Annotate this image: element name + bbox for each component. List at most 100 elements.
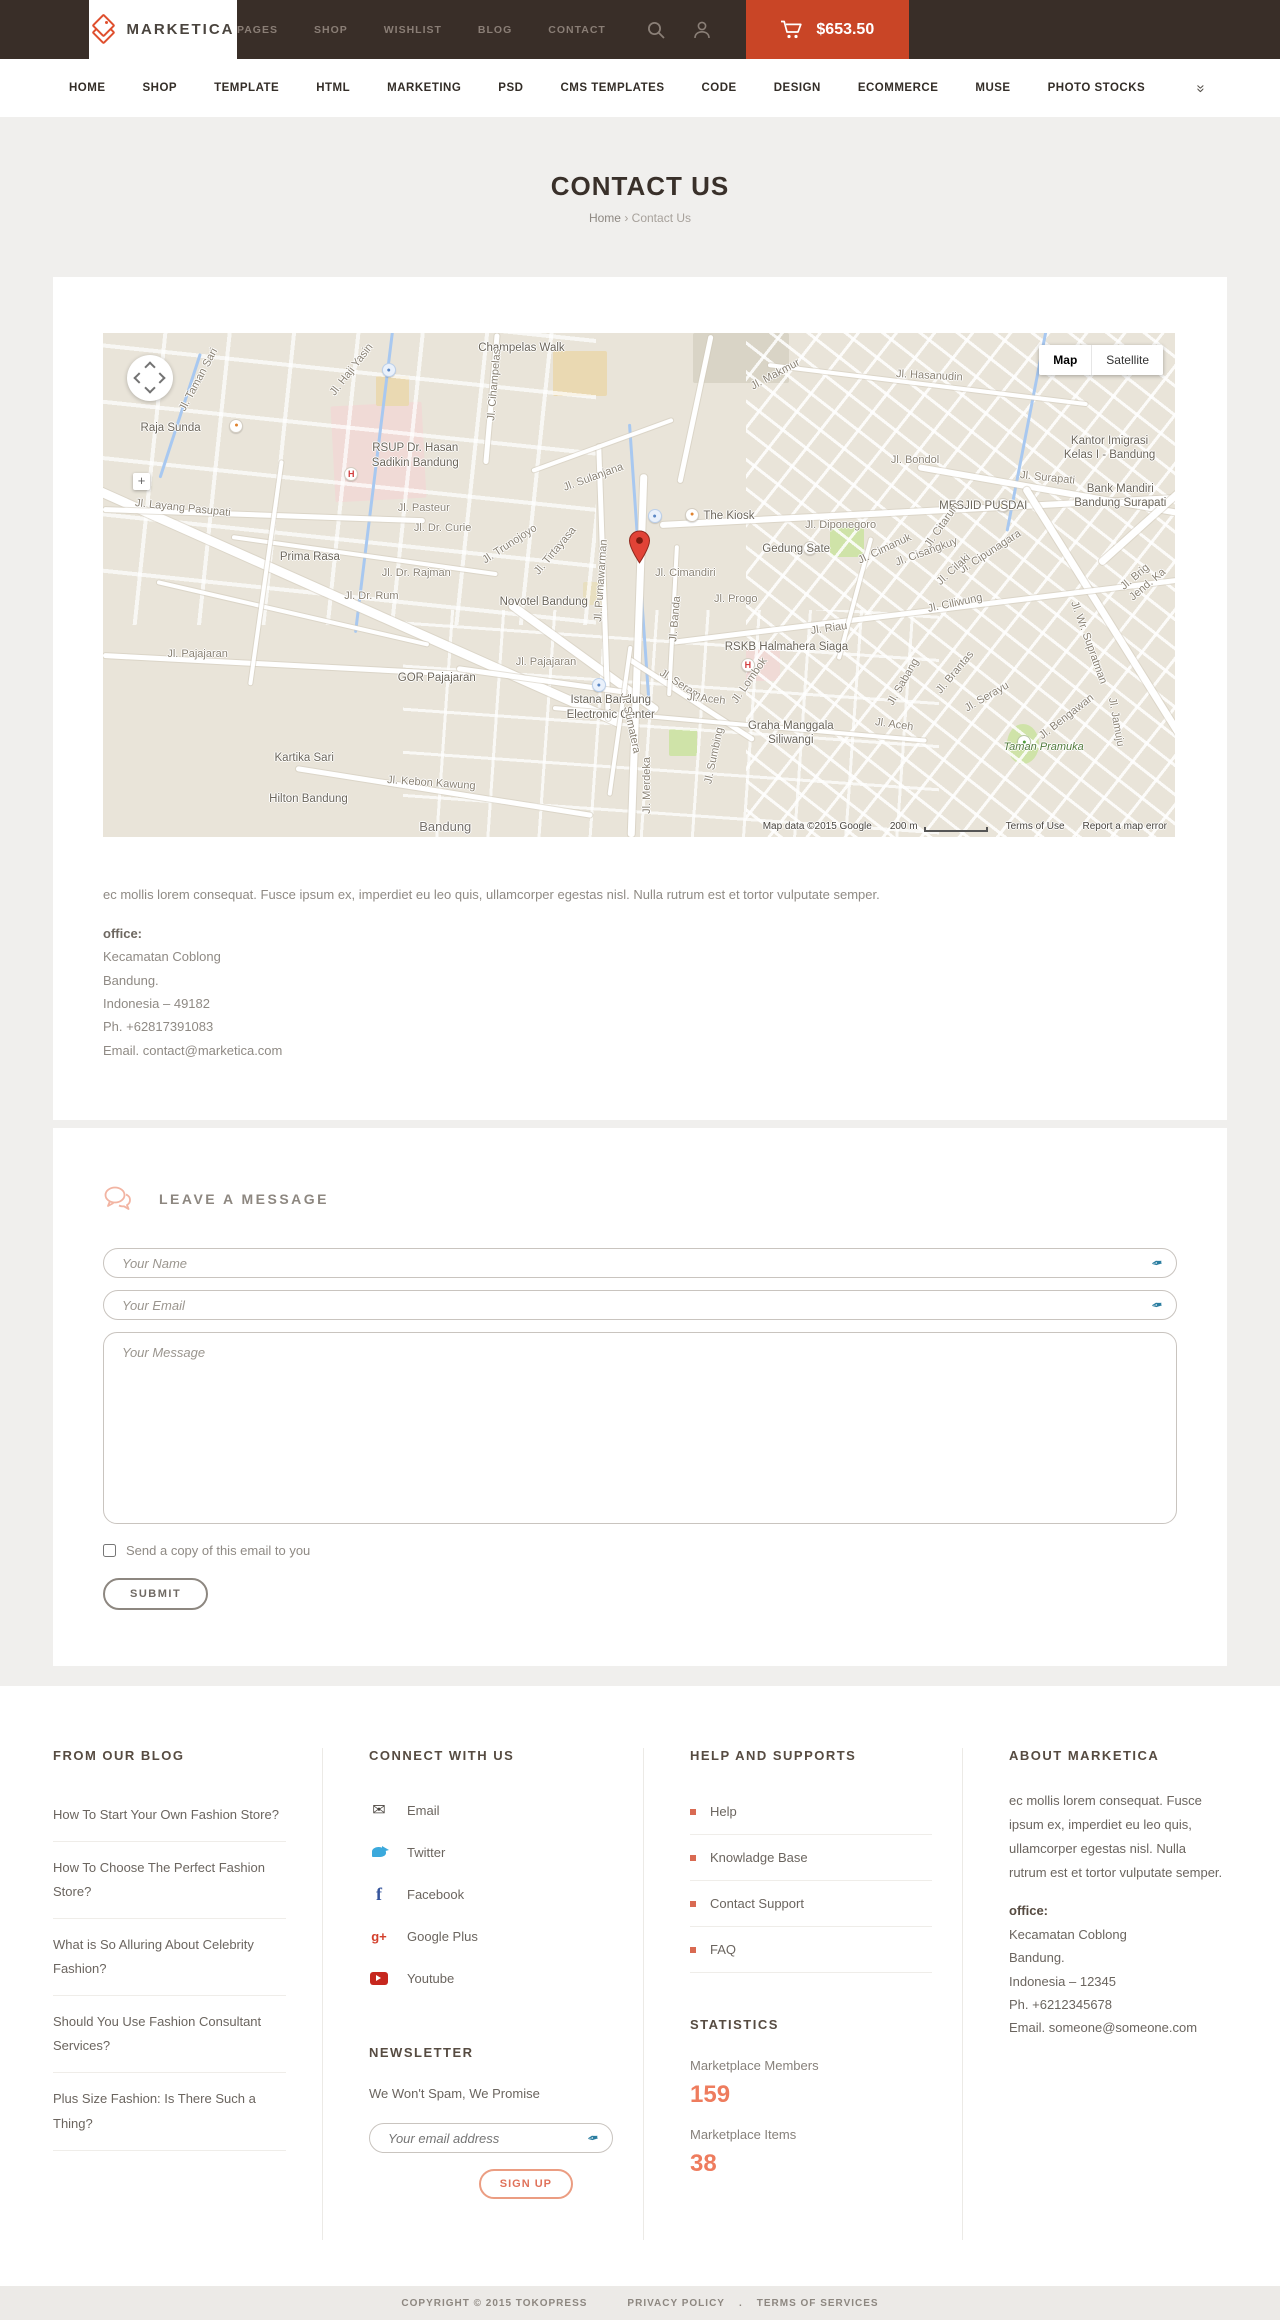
contact-intro-text: ec mollis lorem consequat. Fusce ipsum e…	[103, 887, 880, 902]
social-link[interactable]: Email	[369, 1789, 613, 1831]
top-nav-link[interactable]: WISHLIST	[384, 24, 442, 36]
menu-item[interactable]: SHOP	[143, 82, 178, 94]
stat-value: 38	[690, 2150, 717, 2178]
message-textarea[interactable]	[103, 1332, 1177, 1525]
map-marker-pin[interactable]	[628, 530, 651, 569]
menu-item[interactable]: MUSE	[975, 82, 1010, 94]
menu-item[interactable]: HTML	[316, 82, 350, 94]
address-line: Indonesia – 12345	[1009, 1973, 1116, 1989]
footer-connect-column: CONNECT WITH US Email Twitter Facebo	[323, 1748, 644, 2241]
terms-link[interactable]: TERMS OF SERVICES	[757, 2298, 879, 2309]
footer-help-column: HELP AND SUPPORTS Help Knowladge Base Co…	[644, 1748, 963, 2241]
send-copy-checkbox[interactable]	[103, 1544, 116, 1558]
newsletter-email-input[interactable]	[369, 2123, 613, 2154]
menu-item[interactable]: DESIGN	[774, 82, 821, 94]
submit-button[interactable]: SUBMIT	[103, 1578, 209, 1611]
social-link[interactable]: Facebook	[369, 1873, 613, 1915]
signup-button[interactable]: SIGN UP	[478, 2169, 573, 2200]
stat-value: 159	[690, 2081, 731, 2109]
map-terms-link[interactable]: Terms of Use	[1006, 821, 1065, 832]
name-input[interactable]	[103, 1248, 1177, 1279]
help-link[interactable]: Help	[690, 1789, 932, 1836]
map-label: Jl. Bondol	[890, 453, 940, 466]
help-heading: HELP AND SUPPORTS	[690, 1748, 857, 1764]
map-label: GOR Pajajaran	[397, 671, 476, 684]
social-link[interactable]: Twitter	[369, 1831, 613, 1873]
map-report-link[interactable]: Report a map error	[1083, 821, 1167, 832]
map-zoom-in-button[interactable]: +	[133, 473, 150, 490]
chat-bubbles-icon	[104, 1186, 131, 1211]
office-label: office:	[1009, 1903, 1048, 1919]
menu-item[interactable]: MARKETING	[387, 82, 461, 94]
map-label: RSKB Halmahera Siaga	[724, 641, 849, 654]
top-nav-link[interactable]: PAGES	[237, 24, 278, 36]
top-nav-link[interactable]: BLOG	[478, 24, 512, 36]
address-line: Email. contact@marketica.com	[103, 1042, 283, 1058]
stat-label: Marketplace Members	[690, 2058, 819, 2074]
newsletter-block: NEWSLETTER We Won't Spam, We Promise ✒ S…	[369, 2045, 613, 2200]
social-icon	[369, 1928, 389, 1944]
address-line: Bandung.	[103, 972, 159, 988]
office-address-block: office: Kecamatan Coblong Bandung. Indones…	[103, 922, 1177, 1062]
top-nav-link[interactable]: SHOP	[314, 24, 348, 36]
blog-post-link[interactable]: Plus Size Fashion: Is There Such a Thing…	[53, 2073, 286, 2151]
help-link[interactable]: FAQ	[690, 1927, 932, 1974]
social-link[interactable]: Youtube	[369, 1957, 613, 1999]
breadcrumb-separator: ›	[624, 211, 629, 225]
address-line: Ph. +6212345678	[1009, 1996, 1113, 2012]
menu-item[interactable]: ECOMMERCE	[858, 82, 939, 94]
menu-item[interactable]: HOME	[69, 82, 106, 94]
connect-heading: CONNECT WITH US	[369, 1748, 515, 1764]
copyright-bar: COPYRIGHT © 2015 TOKOPRESS PRIVACY POLIC…	[0, 2286, 1280, 2320]
top-nav-link[interactable]: CONTACT	[548, 24, 606, 36]
menu-item[interactable]: PHOTO STOCKS	[1048, 82, 1146, 94]
map-pan-control[interactable]	[127, 355, 173, 401]
help-link[interactable]: Contact Support	[690, 1881, 932, 1928]
form-heading: LEAVE A MESSAGE	[159, 1191, 330, 1208]
pan-right-icon[interactable]	[154, 372, 166, 384]
breadcrumb-home[interactable]: Home	[589, 211, 621, 225]
menu-item[interactable]: PSD	[498, 82, 523, 94]
square-bullet-icon	[690, 1900, 696, 1907]
social-link[interactable]: Google Plus	[369, 1915, 613, 1957]
address-line: Ph. +62817391083	[103, 1019, 214, 1035]
square-bullet-icon	[690, 1854, 696, 1861]
pan-up-icon[interactable]	[144, 361, 156, 373]
map-poi-icon: ●	[647, 509, 662, 524]
map-label: Jl. Progo	[714, 592, 758, 605]
map-type-map-button[interactable]: Map	[1039, 345, 1093, 375]
map-label: Gedung Sate	[762, 543, 831, 556]
email-input[interactable]	[103, 1290, 1177, 1321]
privacy-policy-link[interactable]: PRIVACY POLICY	[627, 2298, 725, 2309]
search-icon[interactable]	[646, 20, 666, 40]
map-type-control: Map Satellite	[1039, 345, 1163, 375]
address-line: Email. someone@someone.com	[1009, 2020, 1198, 2036]
google-map[interactable]: Champelas Walk Jl. Hasanudin Raja Sunda RSU…	[103, 333, 1175, 837]
blog-post-link[interactable]: How To Start Your Own Fashion Store?	[53, 1789, 286, 1843]
blog-post-link[interactable]: How To Choose The Perfect Fashion Store?	[53, 1842, 286, 1920]
blog-post-link[interactable]: What is So Alluring About Celebrity Fash…	[53, 1919, 286, 1997]
map-label: Jl. Pasteur	[397, 501, 450, 514]
footer-blog-column: FROM OUR BLOG How To Start Your Own Fash…	[53, 1748, 323, 2241]
address-line: Kecamatan Coblong	[1009, 1926, 1127, 1942]
map-label: Graha Manggala Siliwangi	[747, 719, 834, 746]
logo[interactable]: MARKETICA	[89, 0, 237, 59]
menu-item[interactable]: CODE	[702, 82, 737, 94]
help-link[interactable]: Knowladge Base	[690, 1835, 932, 1882]
menu-item[interactable]: CMS TEMPLATES	[560, 82, 664, 94]
map-label: Kantor Imigrasi Kelas I - Bandung	[1063, 434, 1156, 462]
chevrons-down-icon[interactable]: »	[1192, 84, 1209, 92]
pan-down-icon[interactable]	[144, 382, 156, 394]
user-icon[interactable]	[692, 20, 712, 40]
map-label: The Kiosk	[703, 510, 755, 523]
pan-left-icon[interactable]	[133, 372, 145, 384]
statistics-block: STATISTICS Marketplace Members 159 Marke…	[690, 2017, 932, 2178]
top-header: MARKETICA PAGES SHOP WISHLIST BLOG CONTACT $…	[0, 0, 1280, 59]
cart-button[interactable]: $653.50	[745, 0, 909, 59]
map-label: Jl. Pajajaran	[167, 648, 228, 660]
menu-item[interactable]: TEMPLATE	[214, 82, 279, 94]
blog-post-link[interactable]: Should You Use Fashion Consultant Servic…	[53, 1996, 286, 2074]
footer-about-column: ABOUT MARKETICA ec mollis lorem consequa…	[963, 1748, 1227, 2240]
social-icon	[369, 1844, 389, 1860]
map-type-satellite-button[interactable]: Satellite	[1092, 345, 1163, 375]
